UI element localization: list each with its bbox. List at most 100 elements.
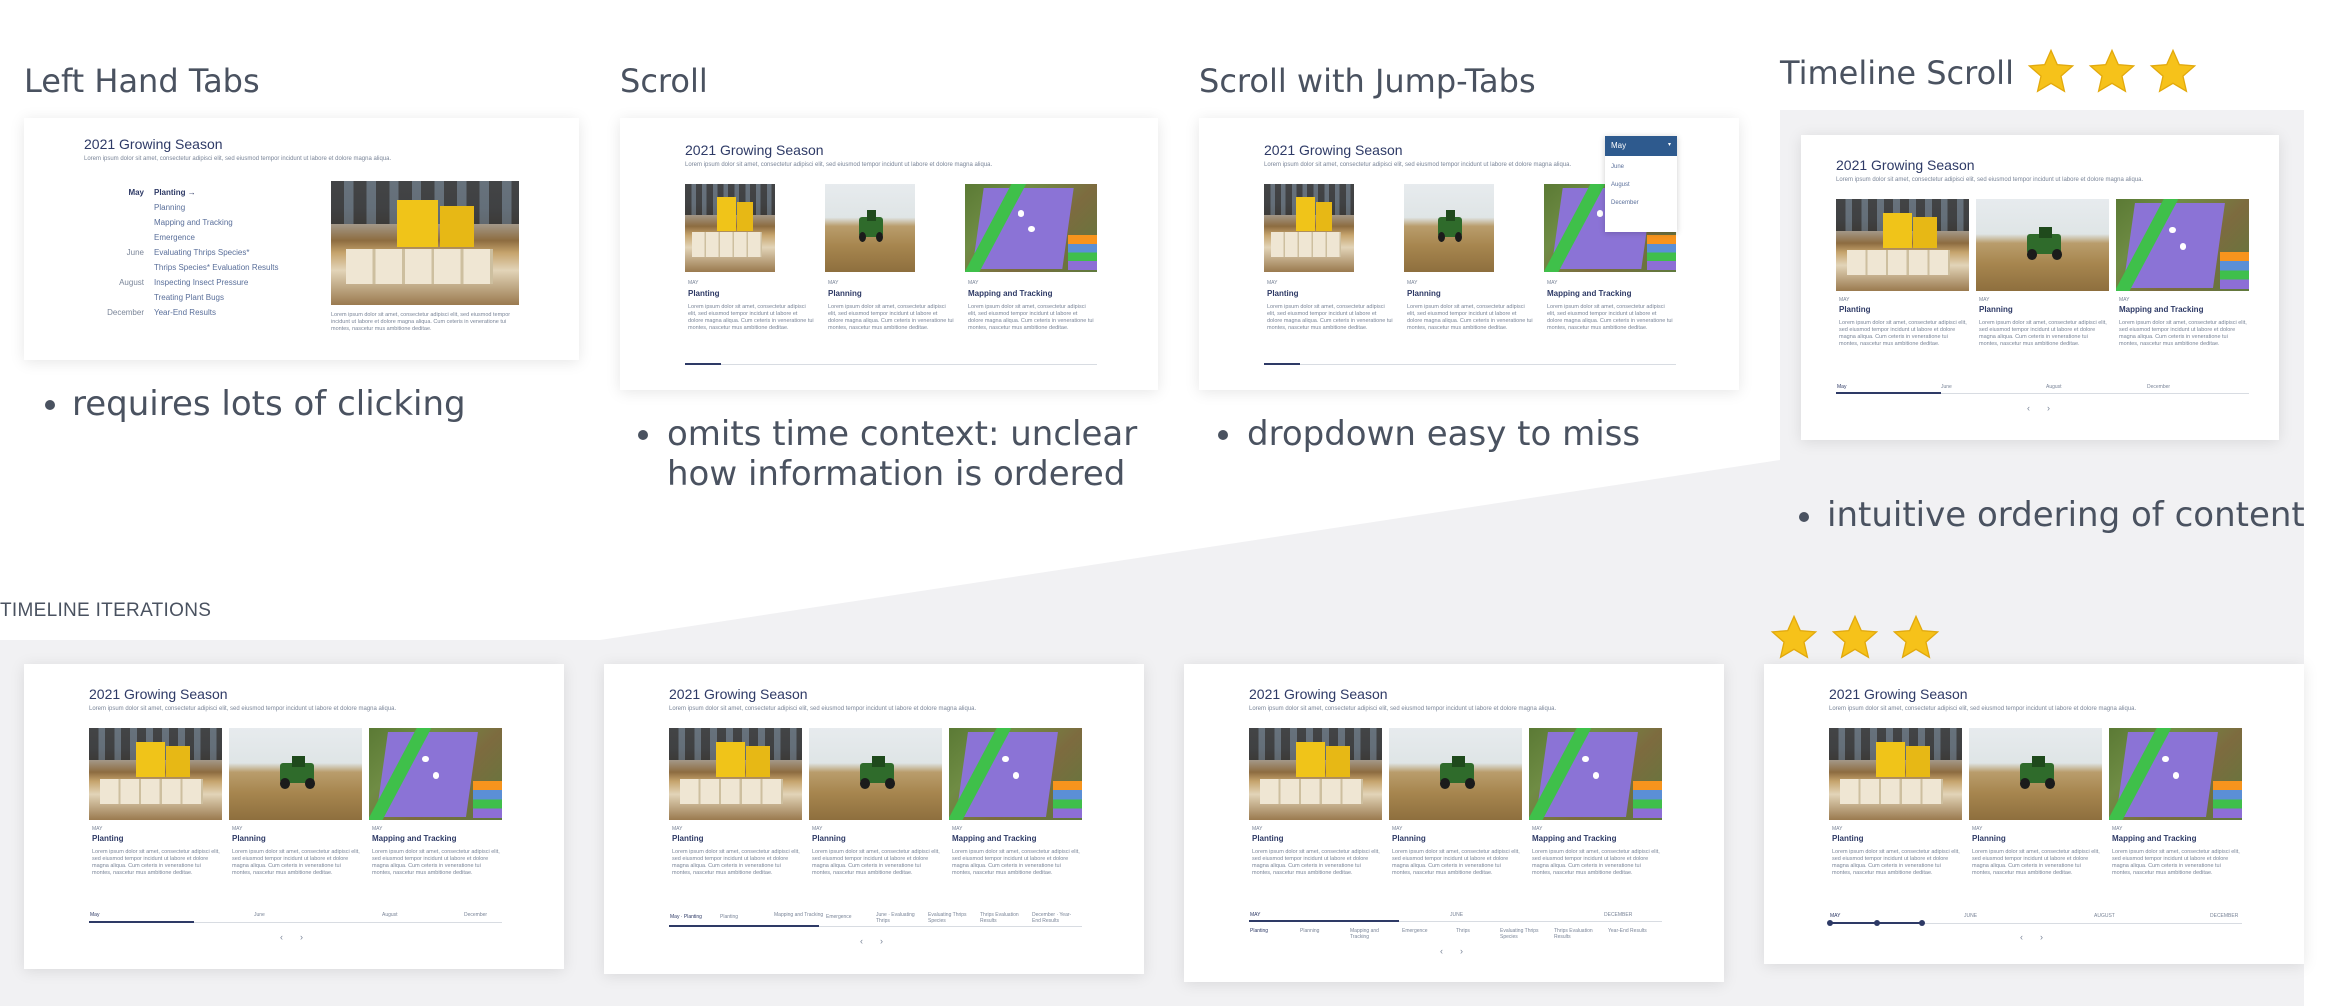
tile-heading[interactable]: Planning [1972, 834, 2006, 843]
timeline-month[interactable]: June [254, 912, 265, 918]
tile-heading[interactable]: Planning [1392, 834, 1426, 843]
tile-month: May [1547, 280, 1558, 286]
tile-heading[interactable]: Planting [1252, 834, 1284, 843]
chevron-down-icon: ▾ [1667, 142, 1671, 148]
timeline-step[interactable]: June · Evaluating Thrips [876, 912, 924, 924]
tile-text: Lorem ipsum dolor sit amet, consectetur … [2112, 849, 2240, 876]
scroll-track[interactable] [1264, 364, 1676, 365]
timeline-node[interactable] [1874, 920, 1880, 926]
tile-month: May [812, 826, 823, 832]
timeline-month[interactable]: December [2147, 384, 2170, 390]
timeline-node[interactable] [1827, 920, 1833, 926]
tile-heading[interactable]: Planning [1979, 305, 2013, 314]
timeline-month[interactable]: JUNE [1450, 912, 1463, 918]
tile-heading[interactable]: Planning [828, 289, 862, 298]
timeline-step[interactable]: Evaluating Thrips Species [1500, 928, 1544, 940]
chevron-left-icon[interactable]: ‹ [2027, 403, 2030, 413]
tab-month-december[interactable]: December [84, 308, 144, 317]
planting-photo [685, 184, 775, 272]
tile-heading[interactable]: Planting [92, 834, 124, 843]
timeline-step[interactable]: Thrips Evaluation Results [980, 912, 1024, 924]
tab-item[interactable]: Thrips Species* Evaluation Results [154, 263, 279, 272]
tab-item[interactable]: Planning [154, 203, 185, 212]
chevron-right-icon[interactable]: › [880, 936, 883, 946]
mock-title: 2021 Growing Season [1264, 142, 1403, 158]
timeline-month[interactable]: JUNE [1964, 913, 1977, 919]
timeline-month[interactable]: May [90, 912, 99, 918]
timeline-step[interactable]: Mapping and Tracking [774, 912, 823, 918]
timeline-month[interactable]: AUGUST [2094, 913, 2115, 919]
tab-month-may[interactable]: May [84, 188, 144, 197]
timeline-step[interactable]: Mapping and Tracking [1350, 928, 1390, 940]
tab-item[interactable]: Emergence [154, 233, 195, 242]
timeline-month[interactable]: DECEMBER [2210, 913, 2238, 919]
tile-heading[interactable]: Planting [688, 289, 720, 298]
scroll-track[interactable] [685, 364, 1097, 365]
tile-heading[interactable]: Planting [1267, 289, 1299, 298]
scroll-thumb[interactable] [1264, 363, 1300, 365]
timeline-step[interactable]: May · Planting [670, 914, 702, 920]
timeline-progress [89, 921, 194, 923]
timeline-month[interactable]: DECEMBER [1604, 912, 1632, 918]
tile-heading[interactable]: Planting [1839, 305, 1871, 314]
tile-month: May [1972, 826, 1983, 832]
tile-heading[interactable]: Mapping and Tracking [1532, 834, 1616, 843]
timeline-node[interactable] [1919, 920, 1925, 926]
planting-photo [89, 728, 222, 820]
tile-heading[interactable]: Mapping and Tracking [1547, 289, 1631, 298]
timeline-step[interactable]: Planning [1300, 928, 1319, 934]
chevron-left-icon[interactable]: ‹ [1440, 946, 1443, 956]
timeline-step[interactable]: Thrips Evaluation Results [1554, 928, 1598, 940]
timeline-month[interactable]: MAY [1830, 913, 1840, 919]
tile-heading[interactable]: Mapping and Tracking [968, 289, 1052, 298]
star-icon [2149, 48, 2197, 93]
tile-heading[interactable]: Mapping and Tracking [952, 834, 1036, 843]
tab-month-june[interactable]: June [84, 248, 144, 257]
timeline-step[interactable]: December · Year-End Results [1032, 912, 1080, 924]
timeline-step[interactable]: Evaluating Thrips Species [928, 912, 972, 924]
tab-item[interactable]: Mapping and Tracking [154, 218, 233, 227]
jump-dropdown[interactable]: May ▾ June August December [1605, 136, 1677, 232]
timeline-month[interactable]: MAY [1250, 912, 1260, 918]
tile-heading[interactable]: Mapping and Tracking [2119, 305, 2203, 314]
scroll-thumb[interactable] [685, 363, 721, 365]
tile-heading[interactable]: Mapping and Tracking [372, 834, 456, 843]
dropdown-selected[interactable]: May ▾ [1605, 136, 1677, 156]
timeline-month[interactable]: August [382, 912, 398, 918]
tile-text: Lorem ipsum dolor sit amet, consectetur … [2119, 320, 2247, 347]
timeline-step[interactable]: Emergence [826, 914, 852, 920]
tab-item[interactable]: Planting → [154, 188, 196, 197]
note-timeline-scroll: intuitive ordering of content [1827, 495, 2305, 535]
chevron-right-icon[interactable]: › [2047, 403, 2050, 413]
dropdown-option[interactable]: December [1611, 200, 1639, 206]
timeline-step[interactable]: Thrips [1456, 928, 1470, 934]
chevron-left-icon[interactable]: ‹ [280, 932, 283, 942]
tab-item[interactable]: Inspecting Insect Pressure [154, 278, 248, 287]
note-scroll-jump-tabs: dropdown easy to miss [1247, 414, 1641, 454]
chevron-left-icon[interactable]: ‹ [2020, 932, 2023, 942]
timeline-step[interactable]: Year-End Results [1608, 928, 1647, 934]
dropdown-option[interactable]: August [1611, 182, 1630, 188]
chevron-right-icon[interactable]: › [2040, 932, 2043, 942]
tile-heading[interactable]: Planning [232, 834, 266, 843]
timeline-step[interactable]: Planting [1250, 928, 1268, 934]
tile-heading[interactable]: Planting [672, 834, 704, 843]
tab-month-august[interactable]: August [84, 278, 144, 287]
timeline-month[interactable]: June [1941, 384, 1952, 390]
tab-item[interactable]: Year-End Results [154, 308, 216, 317]
timeline-month[interactable]: December [464, 912, 487, 918]
chevron-right-icon[interactable]: › [1460, 946, 1463, 956]
dropdown-option[interactable]: June [1611, 164, 1624, 170]
timeline-step[interactable]: Emergence [1402, 928, 1428, 934]
tile-heading[interactable]: Planting [1832, 834, 1864, 843]
timeline-step[interactable]: Planting [720, 914, 738, 920]
timeline-month[interactable]: August [2046, 384, 2062, 390]
tile-heading[interactable]: Mapping and Tracking [2112, 834, 2196, 843]
tab-item[interactable]: Evaluating Thrips Species* [154, 248, 249, 257]
chevron-right-icon[interactable]: › [300, 932, 303, 942]
tile-heading[interactable]: Planning [1407, 289, 1441, 298]
tile-heading[interactable]: Planning [812, 834, 846, 843]
chevron-left-icon[interactable]: ‹ [860, 936, 863, 946]
timeline-month[interactable]: May [1837, 384, 1846, 390]
tab-item[interactable]: Treating Plant Bugs [154, 293, 224, 302]
